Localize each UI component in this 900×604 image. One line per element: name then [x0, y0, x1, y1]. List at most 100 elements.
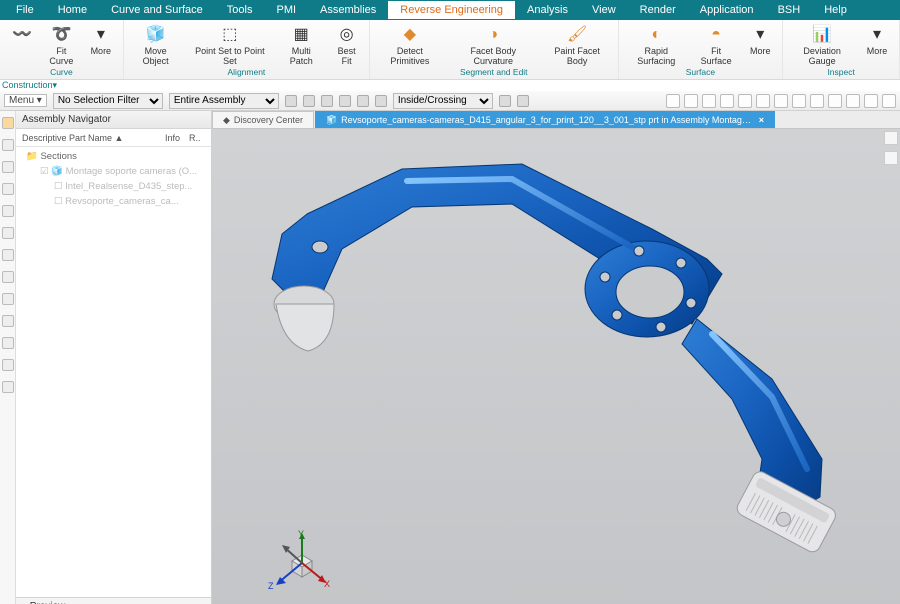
menu-item-analysis[interactable]: Analysis: [515, 1, 580, 19]
ribbon-group-label: Inspect: [827, 67, 854, 77]
resource-tab-icon[interactable]: [2, 337, 14, 349]
ribbon-btn-facet-body-curvature[interactable]: ◑Facet Body Curvature: [450, 22, 537, 67]
resource-tab-icon[interactable]: [2, 293, 14, 305]
menu-item-bsh[interactable]: BSH: [766, 1, 813, 19]
assembly-navigator-panel: Assembly Navigator Descriptive Part Name…: [16, 111, 212, 604]
ribbon-btn-best-fit[interactable]: ◎Best Fit: [330, 22, 363, 67]
nav-column-headers[interactable]: Descriptive Part Name ▲ Info R..: [16, 129, 211, 147]
menu-item-help[interactable]: Help: [812, 1, 859, 19]
view-icon[interactable]: [882, 94, 896, 108]
resource-tab-icon[interactable]: [2, 161, 14, 173]
ribbon-btn-icon[interactable]: 〰️: [6, 22, 38, 46]
ribbon-btn-more[interactable]: ▾More: [861, 22, 893, 57]
ribbon-btn-label: Paint Facet Body: [545, 47, 610, 67]
resource-tab-icon[interactable]: [2, 139, 14, 151]
toolbar-icon[interactable]: [303, 95, 315, 107]
resource-tab-icon[interactable]: [2, 183, 14, 195]
resource-tab-icon[interactable]: [2, 117, 14, 129]
toolbar-icon[interactable]: [375, 95, 387, 107]
Fit Surface-icon: ◓: [705, 24, 727, 46]
selection-rule-dropdown[interactable]: Inside/Crossing: [393, 93, 493, 109]
document-tab[interactable]: ◆Discovery Center: [212, 111, 314, 128]
tree-node[interactable]: ☐ Intel_Realsense_D435_step...: [20, 179, 207, 194]
toolbar-icon[interactable]: [285, 95, 297, 107]
ribbon-btn-detect-primitives[interactable]: ◆Detect Primitives: [376, 22, 444, 67]
menu-item-view[interactable]: View: [580, 1, 628, 19]
graphics-area: ◆Discovery Center🧊Revsoporte_cameras-cam…: [212, 111, 900, 604]
menu-item-tools[interactable]: Tools: [215, 1, 265, 19]
col-r[interactable]: R..: [189, 133, 211, 143]
ribbon-btn-label: Move Object: [132, 47, 180, 67]
menu-button[interactable]: Menu ▾: [4, 94, 47, 107]
toolbar-icon[interactable]: [357, 95, 369, 107]
document-tab[interactable]: 🧊Revsoporte_cameras-cameras_D415_angular…: [315, 111, 775, 128]
view-triad[interactable]: Y X Z: [268, 533, 328, 595]
document-tabs: ◆Discovery Center🧊Revsoporte_cameras-cam…: [212, 111, 900, 129]
ribbon-btn-more[interactable]: ▾More: [744, 22, 776, 57]
col-info[interactable]: Info: [165, 133, 189, 143]
resource-tab-icon[interactable]: [2, 249, 14, 261]
toolbar-icon[interactable]: [321, 95, 333, 107]
view-icon[interactable]: [720, 94, 734, 108]
view-icon[interactable]: [846, 94, 860, 108]
axis-y-label: Y: [298, 529, 304, 539]
menu-item-reverse-engineering[interactable]: Reverse Engineering: [388, 1, 515, 19]
toolbar-icon[interactable]: [517, 95, 529, 107]
menu-item-pmi[interactable]: PMI: [264, 1, 308, 19]
right-tool-icon[interactable]: [884, 131, 898, 145]
resource-tab-icon[interactable]: [2, 271, 14, 283]
view-icon[interactable]: [738, 94, 752, 108]
assembly-tree[interactable]: 📁 Sections☑ 🧊 Montage soporte cameras (O…: [16, 147, 211, 597]
assembly-scope-dropdown[interactable]: Entire Assembly: [169, 93, 279, 109]
view-icon[interactable]: [684, 94, 698, 108]
tree-node[interactable]: 📁 Sections: [20, 149, 207, 164]
preview-toggle[interactable]: ▸ Preview: [16, 597, 211, 604]
view-icon[interactable]: [702, 94, 716, 108]
resource-bar: [0, 111, 16, 604]
view-icon[interactable]: [810, 94, 824, 108]
view-icon[interactable]: [864, 94, 878, 108]
view-icon[interactable]: [828, 94, 842, 108]
ribbon-btn-more[interactable]: ▾More: [85, 22, 117, 57]
resource-tab-icon[interactable]: [2, 205, 14, 217]
col-part-name[interactable]: Descriptive Part Name ▲: [16, 133, 165, 143]
view-icon[interactable]: [756, 94, 770, 108]
ribbon-btn-fit-curve[interactable]: ➰Fit Curve: [44, 22, 79, 67]
menu-item-curve-and-surface[interactable]: Curve and Surface: [99, 1, 215, 19]
tree-node[interactable]: ☐ Revsoporte_cameras_ca...: [20, 194, 207, 209]
menu-item-file[interactable]: File: [4, 1, 46, 19]
selection-filter-dropdown[interactable]: No Selection Filter: [53, 93, 163, 109]
resource-tab-icon[interactable]: [2, 227, 14, 239]
resource-tab-icon[interactable]: [2, 315, 14, 327]
ribbon-btn-deviation-gauge[interactable]: 📊Deviation Gauge: [789, 22, 855, 67]
tree-node[interactable]: ☑ 🧊 Montage soporte cameras (O...: [20, 164, 207, 179]
view-icon[interactable]: [774, 94, 788, 108]
ribbon-btn-label: More: [750, 47, 771, 57]
menu-item-assemblies[interactable]: Assemblies: [308, 1, 388, 19]
ribbon-btn-multi-patch[interactable]: ▦Multi Patch: [278, 22, 324, 67]
3d-viewport[interactable]: Y X Z: [212, 129, 900, 604]
ribbon-btn-rapid-surfacing[interactable]: ◐Rapid Surfacing: [625, 22, 688, 67]
resource-tab-icon[interactable]: [2, 381, 14, 393]
ribbon-btn-label: Facet Body Curvature: [452, 47, 535, 67]
ribbon-group-label: Alignment: [228, 67, 266, 77]
ribbon-group-label: Surface: [686, 67, 715, 77]
ribbon-btn-label: Fit Surface: [696, 47, 736, 67]
ribbon-btn-move-object[interactable]: 🧊Move Object: [130, 22, 182, 67]
toolbar-icon[interactable]: [499, 95, 511, 107]
menu-item-home[interactable]: Home: [46, 1, 99, 19]
view-icon[interactable]: [666, 94, 680, 108]
ribbon-btn-fit-surface[interactable]: ◓Fit Surface: [694, 22, 738, 67]
ribbon-btn-point-set-to-point-set[interactable]: ⬚Point Set to Point Set: [188, 22, 273, 67]
right-tool-icon[interactable]: [884, 151, 898, 165]
menu-item-application[interactable]: Application: [688, 1, 766, 19]
view-icon[interactable]: [792, 94, 806, 108]
construction-dropdown[interactable]: Construction▾: [0, 80, 900, 91]
menu-item-render[interactable]: Render: [628, 1, 688, 19]
Detect Primitives-icon: ◆: [399, 24, 421, 46]
resource-tab-icon[interactable]: [2, 359, 14, 371]
toolbar-icon[interactable]: [339, 95, 351, 107]
ribbon-btn-paint-facet-body[interactable]: 🖌Paint Facet Body: [543, 22, 612, 67]
bracket-part[interactable]: [272, 164, 838, 555]
close-icon[interactable]: ×: [759, 115, 764, 125]
